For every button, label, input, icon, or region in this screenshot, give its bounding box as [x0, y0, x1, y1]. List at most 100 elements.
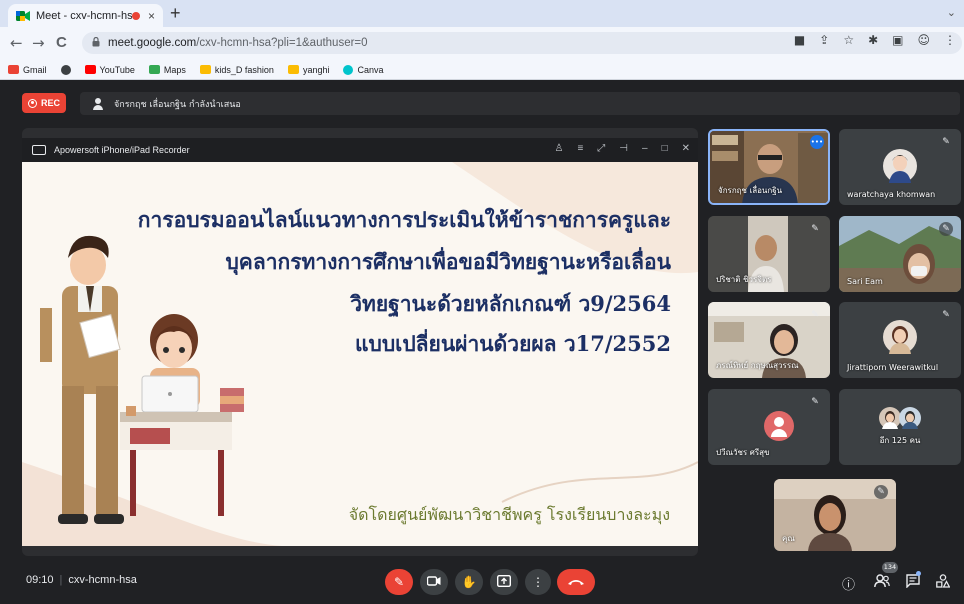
- recording-badge[interactable]: REC: [22, 93, 66, 113]
- chat-unread-indicator: [916, 571, 921, 576]
- participant-photo: [879, 407, 901, 429]
- bookmark-yanghi[interactable]: yanghi: [287, 65, 329, 75]
- gmail-icon: [8, 65, 19, 74]
- bookmarks-bar: Gmail YouTube Maps kids_D fashion yanghi…: [0, 60, 964, 80]
- mic-off-icon: ✎: [942, 137, 950, 147]
- people-count-badge: 134: [882, 562, 898, 573]
- mic-off-icon: ✎: [942, 310, 950, 320]
- slide-title-line-4: แบบเปลี่ยนผ่านด้วยผล ว17/2552: [354, 331, 671, 356]
- leave-call-icon: [567, 575, 585, 589]
- participant-name: ปวีณวัชร ศรีสุข: [716, 448, 770, 457]
- recording-indicator-icon: [131, 11, 140, 20]
- speaking-indicator-icon: •••: [810, 135, 824, 149]
- slide-footer: จัดโดยศูนย์พัฒนาวิชาชีพครู โรงเรียนบางละ…: [348, 505, 670, 524]
- presenter-icon: [92, 97, 104, 110]
- tab-close-icon[interactable]: ×: [148, 9, 155, 23]
- bookmark-youtube[interactable]: YouTube: [84, 65, 135, 75]
- reload-button[interactable]: C: [56, 34, 67, 51]
- participant-name: Sari Eam: [847, 277, 883, 286]
- participant-avatar: [764, 411, 794, 441]
- tab-meet[interactable]: Meet - cxv-hcmn-hsa ×: [8, 4, 163, 27]
- microphone-button[interactable]: ✎: [385, 569, 413, 595]
- present-icon: [496, 574, 512, 590]
- participant-tile[interactable]: ✎ Jirattiporn Weerawitkul: [839, 302, 961, 378]
- camera-icon: [426, 575, 441, 589]
- participant-photo: [899, 407, 921, 429]
- more-options-button[interactable]: ⋮: [525, 569, 551, 595]
- bookmark-canva[interactable]: Canva: [343, 64, 384, 75]
- chat-icon[interactable]: [906, 574, 920, 592]
- participant-name: ปริชาติ ชิวรจิตร: [716, 275, 772, 284]
- lock-icon[interactable]: [92, 36, 100, 50]
- canva-icon: [343, 64, 354, 75]
- star-icon[interactable]: ☆: [843, 33, 854, 47]
- raise-hand-button[interactable]: ✋: [455, 569, 483, 595]
- bookmark-kids-fashion[interactable]: kids_D fashion: [199, 65, 274, 75]
- list-icon[interactable]: ≡: [577, 143, 583, 154]
- youtube-icon: [84, 65, 96, 74]
- bookmark-chrome[interactable]: [60, 64, 71, 75]
- video-icon[interactable]: ■: [794, 33, 805, 47]
- sidepanel-icon[interactable]: ▣: [892, 33, 903, 47]
- slide-title-line-3: วิทยฐานะด้วยหลักเกณฑ์ ว9/2564: [350, 291, 671, 316]
- info-icon[interactable]: ⓘ: [842, 574, 855, 593]
- presenter-text: จักรกฤช เลื่อนกฐิน กำลังนำเสนอ: [114, 99, 241, 110]
- participant-name: ภรณ์ทิพย์ กฤษณสุวรรณ: [716, 361, 799, 370]
- profile-icon[interactable]: ☺: [917, 33, 930, 47]
- menu-icon[interactable]: ⋮: [944, 33, 956, 47]
- present-button[interactable]: [490, 569, 518, 595]
- person-icon[interactable]: ♙: [554, 143, 563, 154]
- mic-off-icon: ✎: [811, 397, 819, 407]
- recorder-titlebar: Apowersoft iPhone/iPad Recorder ♙ ≡ ⤢ ⊣ …: [22, 138, 698, 162]
- forward-button[interactable]: →: [32, 34, 45, 52]
- bookmark-gmail[interactable]: Gmail: [8, 65, 47, 75]
- participant-name: waratchaya khomwan: [847, 190, 936, 199]
- folder-icon: [287, 65, 299, 74]
- camera-button[interactable]: [420, 569, 448, 595]
- people-icon[interactable]: [874, 574, 890, 592]
- new-tab-button[interactable]: +: [170, 3, 181, 24]
- meeting-code: cxv-hcmn-hsa: [68, 574, 137, 586]
- url-host: meet.google.com: [108, 37, 197, 49]
- mic-off-icon: ✎: [811, 310, 819, 320]
- activities-icon[interactable]: [936, 574, 951, 592]
- minimize-icon[interactable]: –: [642, 143, 648, 154]
- meet-favicon-icon: [16, 10, 30, 22]
- mic-off-icon: ✎: [393, 575, 405, 589]
- folder-icon: [199, 65, 211, 74]
- participant-name: จักรกฤช เลื่อนกฐิน: [718, 186, 783, 195]
- monitor-icon: [32, 145, 46, 155]
- chrome-icon: [60, 64, 71, 75]
- others-count: อีก 125 คน: [879, 436, 921, 445]
- share-icon[interactable]: ⇪: [819, 33, 829, 47]
- participant-tile[interactable]: ✎ ปวีณวัชร ศรีสุข: [708, 389, 830, 465]
- pin-icon[interactable]: ⊣: [619, 143, 628, 154]
- expand-icon[interactable]: ⤢: [597, 143, 605, 154]
- meeting-time: 09:10: [26, 574, 54, 586]
- participant-tile[interactable]: ✎ waratchaya khomwan: [839, 129, 961, 205]
- back-button[interactable]: ←: [10, 34, 23, 52]
- toolbar-icons: ■ ⇪ ☆ ✱ ▣ ☺ ⋮: [794, 33, 956, 47]
- tab-search-icon[interactable]: ⌄: [947, 6, 956, 19]
- mic-off-icon: ✎: [811, 224, 819, 234]
- more-options-icon: ⋮: [532, 575, 544, 589]
- participant-tile[interactable]: ✎ ภรณ์ทิพย์ กฤษณสุวรรณ: [708, 302, 830, 378]
- meeting-info: 09:10 | cxv-hcmn-hsa: [26, 574, 137, 586]
- self-view-tile[interactable]: ✎ คุณ: [774, 479, 896, 551]
- tab-strip: Meet - cxv-hcmn-hsa × + ⌄: [0, 0, 964, 27]
- record-icon: [28, 98, 37, 108]
- participant-tile-presenter[interactable]: ••• จักรกฤช เลื่อนกฐิน: [708, 129, 830, 205]
- maximize-icon[interactable]: □: [662, 143, 668, 154]
- bookmark-maps[interactable]: Maps: [148, 65, 186, 75]
- participant-photo: [883, 320, 917, 354]
- mic-off-icon: ✎: [939, 222, 953, 236]
- close-icon[interactable]: ✕: [682, 143, 690, 154]
- participant-tile[interactable]: ✎ ปริชาติ ชิวรจิตร: [708, 216, 830, 292]
- leave-call-button[interactable]: [557, 569, 595, 595]
- others-tile[interactable]: อีก 125 คน: [839, 389, 961, 465]
- shared-slide: การอบรมออนไลน์แนวทางการประเมินให้ข้าราชก…: [22, 162, 698, 546]
- participant-name: Jirattiporn Weerawitkul: [847, 363, 939, 372]
- extensions-icon[interactable]: ✱: [868, 33, 878, 47]
- desk-illustration: [120, 375, 244, 516]
- participant-tile[interactable]: ✎ Sari Eam: [839, 216, 961, 292]
